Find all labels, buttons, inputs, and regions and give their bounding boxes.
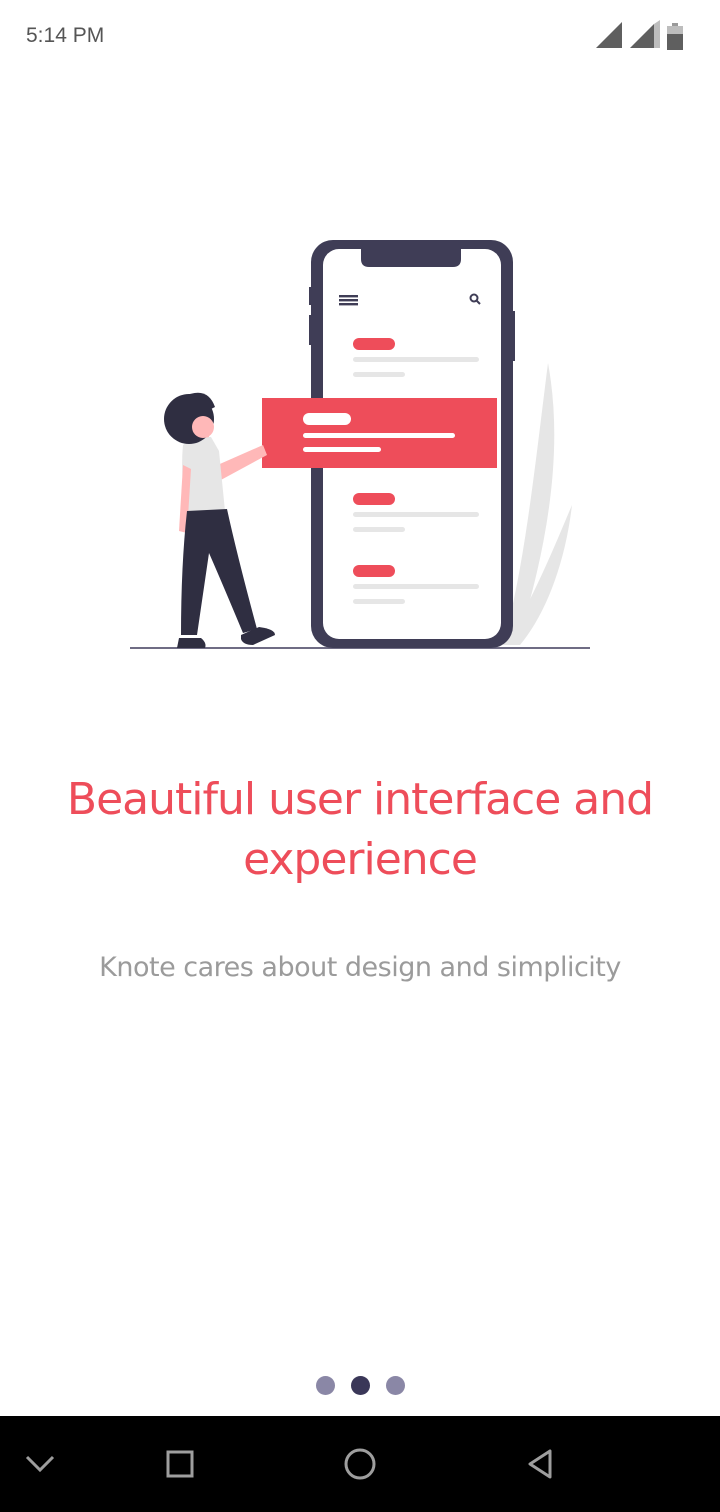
back-triangle-icon[interactable] xyxy=(516,1440,564,1488)
status-bar: 5:14 PM xyxy=(0,0,720,72)
signal-icon xyxy=(596,22,622,48)
signal-icon xyxy=(630,20,660,48)
page-dot[interactable] xyxy=(385,1375,405,1395)
status-icons xyxy=(596,20,683,50)
status-time: 5:14 PM xyxy=(26,24,105,47)
home-circle-icon[interactable] xyxy=(336,1440,384,1488)
chevron-down-icon[interactable] xyxy=(16,1440,64,1488)
highlight-card xyxy=(262,398,497,468)
page-dot[interactable] xyxy=(315,1375,335,1395)
battery-icon xyxy=(667,23,683,50)
person-figure xyxy=(164,392,275,648)
onboarding-title: Beautiful user interface and experience xyxy=(66,774,654,885)
system-nav-bar xyxy=(0,1416,720,1512)
onboarding-subtitle: Knote cares about design and simplicity xyxy=(99,952,621,983)
page-indicator xyxy=(0,1375,720,1395)
onboarding-illustration xyxy=(130,240,590,649)
recents-square-icon[interactable] xyxy=(156,1440,204,1488)
page-dot-active[interactable] xyxy=(350,1375,370,1395)
